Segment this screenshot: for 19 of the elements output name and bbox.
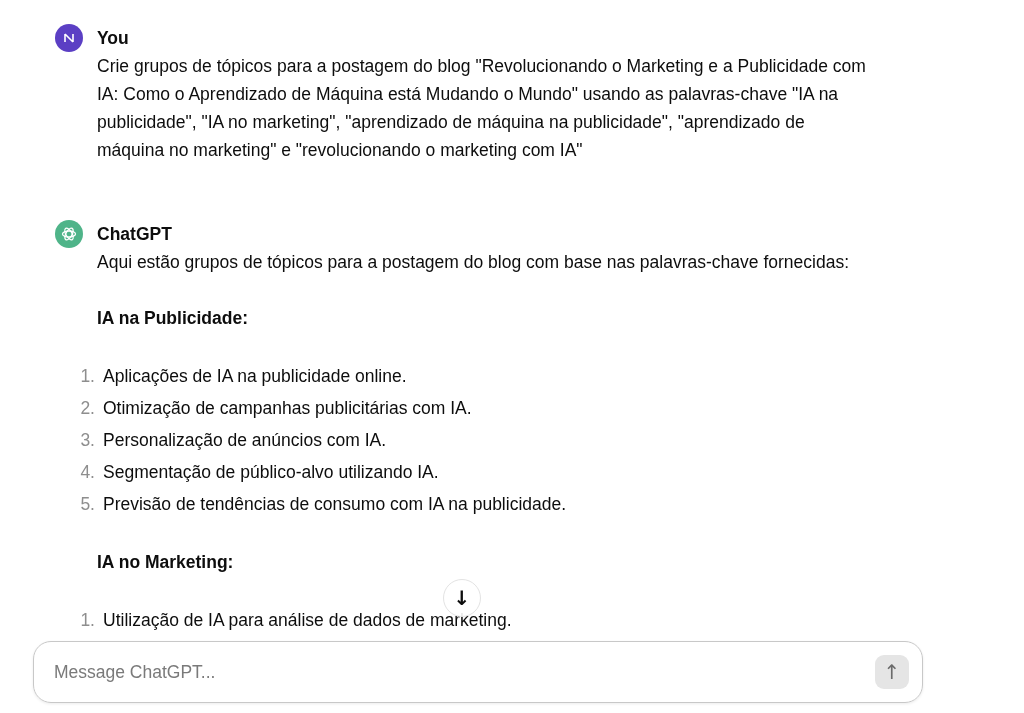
list-item-text: Otimização de campanhas publicitárias com IA.: [103, 397, 472, 420]
list-item-text: Aplicações de IA na publicidade online.: [103, 365, 407, 388]
avatar-icon: [55, 220, 83, 248]
avatar-icon: [55, 24, 83, 52]
list-number: 1.: [79, 365, 95, 388]
list-item-text: Previsão de tendências de consumo com IA na publicidade.: [103, 493, 567, 516]
author-name: You: [97, 27, 129, 49]
list-number: 5.: [79, 493, 95, 516]
list-number: 4.: [79, 461, 95, 484]
list-number: 2.: [79, 397, 95, 420]
section-heading: IA na Publicidade:: [97, 307, 250, 330]
message-text: Crie grupos de tópicos para a postagem do blog "Revolucionando o Marketing e a Publicidade com IA: Como o Aprendizado de Máquina está Mudando o Mundo" usando as palavras-chave "IA na publicidade", "IA no marketing", "aprendizado de máquina na publicidade", "aprendizado de máquina no marketing" e "revolucionando o marketing com IA": [97, 55, 867, 162]
list-item-text: Segmentação de público-alvo utilizando IA.: [103, 461, 439, 484]
list-number: 3.: [79, 429, 95, 452]
section-heading: IA no Marketing:: [97, 551, 235, 574]
list-item-text: Personalização de anúncios com IA.: [103, 429, 387, 452]
list-number: 1.: [79, 609, 95, 632]
message-text: Aqui estão grupos de tópicos para a postagem do blog com base nas palavras-chave fornecidas:: [97, 251, 850, 274]
author-name: ChatGPT: [97, 223, 172, 245]
